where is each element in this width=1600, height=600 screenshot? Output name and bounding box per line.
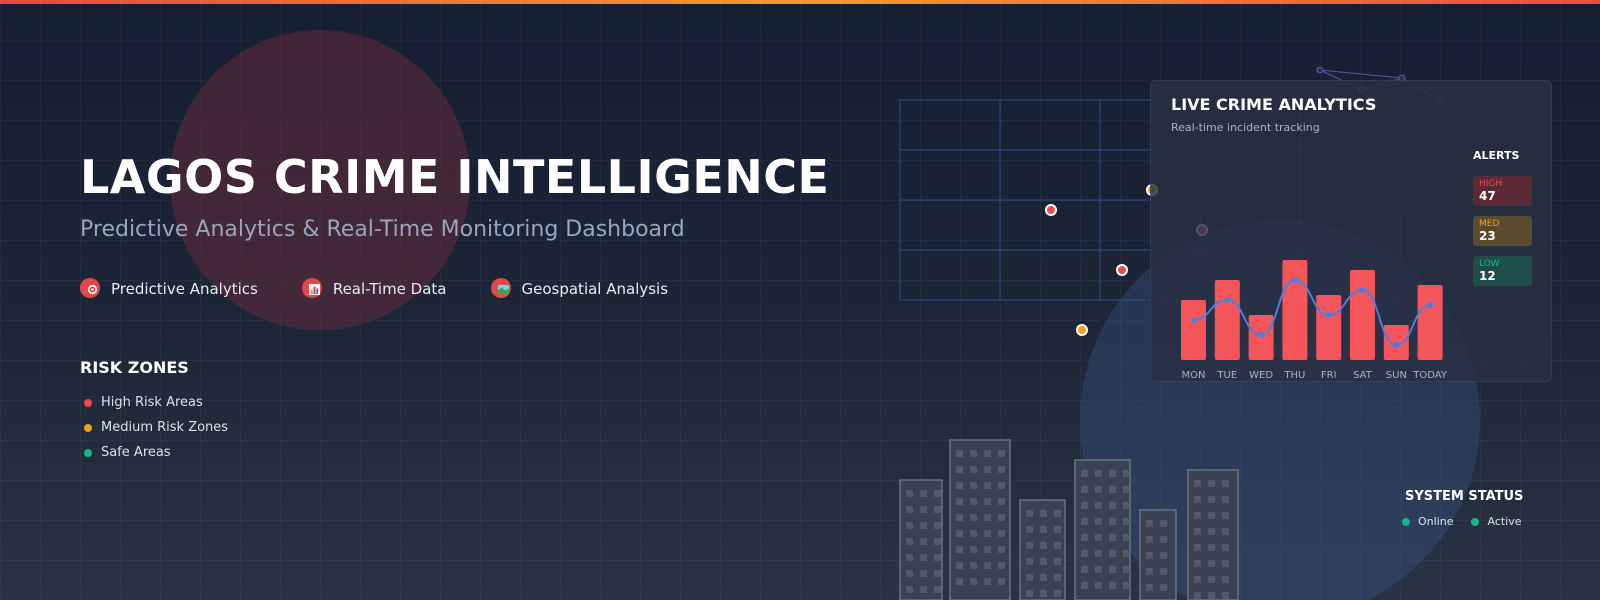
chart-tick-label: SUN	[1386, 370, 1407, 381]
alert-level-label: MED	[1479, 219, 1500, 229]
alert-level-label: LOW	[1479, 259, 1500, 269]
chart-bar	[1214, 280, 1240, 360]
chart-point	[1258, 332, 1265, 338]
alert-count: 47	[1479, 189, 1496, 203]
status-dot	[1471, 517, 1480, 526]
system-status-list: Online Active	[1402, 515, 1522, 528]
alert-low: LOW 12	[1473, 256, 1532, 286]
alert-high: HIGH 47	[1473, 176, 1532, 206]
status-dot	[1402, 517, 1410, 526]
system-status-title: SYSTEM STATUS	[1405, 489, 1524, 504]
chart-bar	[1181, 300, 1206, 360]
alert-count: 12	[1479, 269, 1496, 283]
hero-banner: LAGOS CRIME INTELLIGENCE Predictive Anal…	[0, 0, 1600, 600]
status-online: Online	[1402, 515, 1453, 528]
chart-bar	[1350, 270, 1375, 360]
status-active: Active	[1471, 515, 1522, 528]
chart-bar	[1316, 295, 1342, 360]
chart-tick-label: TODAY	[1412, 370, 1448, 381]
chart-bar	[1417, 285, 1443, 360]
alert-level-label: HIGH	[1479, 179, 1503, 189]
chart-point	[1393, 342, 1400, 348]
chart-tick-label: MON	[1182, 370, 1206, 381]
chart-point	[1359, 287, 1366, 293]
chart-point	[1190, 317, 1197, 323]
chart-tick-label: FRI	[1321, 370, 1337, 381]
chart-tick-label: TUE	[1216, 370, 1237, 381]
chart-bar	[1282, 260, 1308, 360]
alert-medium: MED 23	[1473, 216, 1532, 246]
chart-point	[1291, 277, 1298, 283]
chart-tick-label: SAT	[1353, 370, 1373, 381]
chart-tick-label: THU	[1283, 370, 1305, 381]
alerts-title: ALERTS	[1473, 149, 1520, 162]
chart-point	[1224, 297, 1231, 303]
alert-count: 23	[1479, 229, 1496, 243]
status-label: Active	[1487, 515, 1522, 528]
crime-bar-chart: MON TUE WED THU FRI SAT SUN TODAY	[1181, 260, 1448, 381]
chart-point	[1427, 302, 1434, 308]
chart-tick-label: WED	[1249, 370, 1273, 381]
chart-point	[1325, 312, 1332, 318]
status-label: Online	[1418, 515, 1454, 528]
